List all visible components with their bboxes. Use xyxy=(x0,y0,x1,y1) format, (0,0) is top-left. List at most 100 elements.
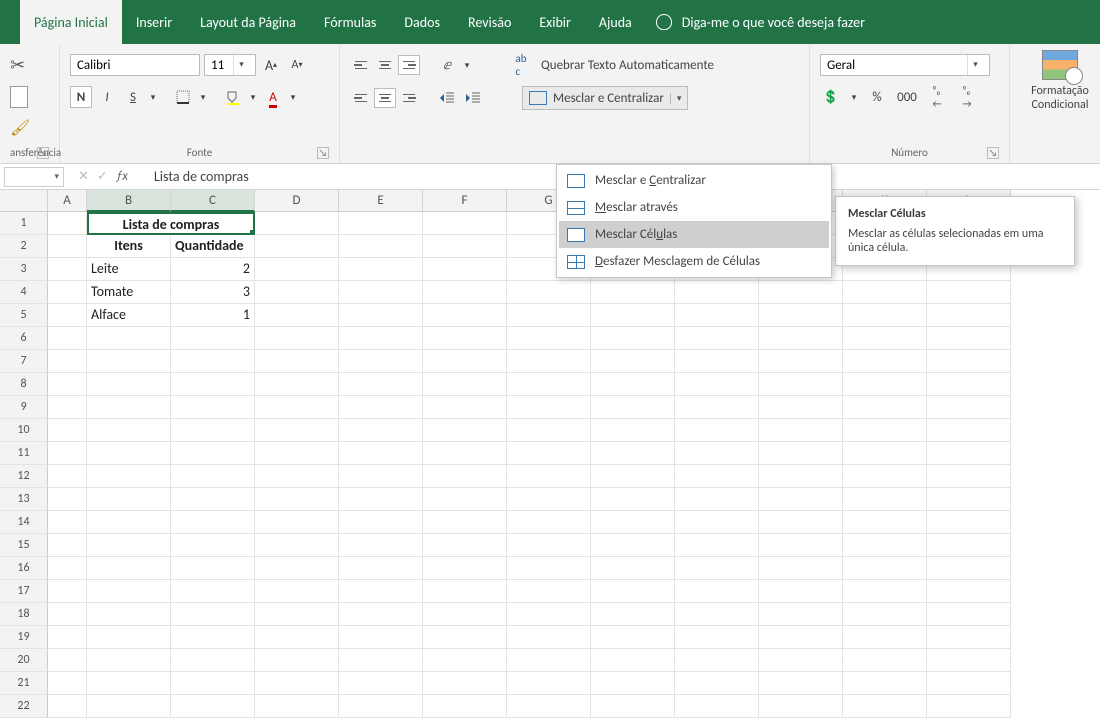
cell[interactable] xyxy=(255,258,339,281)
cell[interactable] xyxy=(87,695,171,718)
cell[interactable] xyxy=(423,626,507,649)
col-header[interactable]: A xyxy=(48,190,87,212)
cell[interactable] xyxy=(48,672,87,695)
cell[interactable] xyxy=(339,281,423,304)
cell[interactable] xyxy=(87,649,171,672)
cell[interactable] xyxy=(843,281,927,304)
underline-arrow[interactable]: ▾ xyxy=(148,86,158,108)
row-header[interactable]: 18 xyxy=(0,603,48,626)
cell[interactable] xyxy=(87,488,171,511)
cell[interactable] xyxy=(675,419,759,442)
increase-decimal-icon[interactable]: ⁰₀← xyxy=(926,86,948,108)
cell[interactable] xyxy=(48,488,87,511)
cell[interactable] xyxy=(87,672,171,695)
cell[interactable] xyxy=(339,488,423,511)
cell[interactable] xyxy=(759,488,843,511)
chevron-down-icon[interactable]: ▾ xyxy=(233,55,249,75)
cell[interactable] xyxy=(171,373,255,396)
cell[interactable] xyxy=(255,373,339,396)
row-header[interactable]: 14 xyxy=(0,511,48,534)
cell[interactable] xyxy=(87,465,171,488)
cell[interactable] xyxy=(423,488,507,511)
row-header[interactable]: 1 xyxy=(0,212,48,235)
cell[interactable] xyxy=(255,212,339,235)
cell[interactable] xyxy=(591,626,675,649)
cell[interactable] xyxy=(339,442,423,465)
cell[interactable]: Quantidade xyxy=(171,235,255,258)
cell[interactable] xyxy=(423,396,507,419)
number-format-dropdown[interactable]: ▾ xyxy=(820,54,990,76)
row-header[interactable]: 11 xyxy=(0,442,48,465)
cell[interactable] xyxy=(507,373,591,396)
cell[interactable] xyxy=(171,695,255,718)
cell[interactable] xyxy=(171,442,255,465)
cell[interactable] xyxy=(87,442,171,465)
fx-icon[interactable]: ƒx xyxy=(116,169,128,184)
cell[interactable] xyxy=(171,626,255,649)
tab-data[interactable]: Dados xyxy=(390,0,454,44)
cell[interactable] xyxy=(759,557,843,580)
cell[interactable]: Alface xyxy=(87,304,171,327)
cell[interactable] xyxy=(843,603,927,626)
cell[interactable] xyxy=(255,327,339,350)
cell[interactable]: 1 xyxy=(171,304,255,327)
cell[interactable] xyxy=(87,396,171,419)
borders-arrow[interactable]: ▾ xyxy=(198,86,208,108)
cell[interactable] xyxy=(927,373,1011,396)
cell[interactable] xyxy=(927,672,1011,695)
cell[interactable] xyxy=(423,350,507,373)
cell[interactable] xyxy=(759,465,843,488)
cell[interactable] xyxy=(255,304,339,327)
cell[interactable] xyxy=(48,534,87,557)
cell[interactable] xyxy=(843,465,927,488)
cell[interactable] xyxy=(675,350,759,373)
cell[interactable] xyxy=(843,327,927,350)
cell[interactable] xyxy=(339,419,423,442)
cell[interactable] xyxy=(591,672,675,695)
tab-insert[interactable]: Inserir xyxy=(122,0,186,44)
cell[interactable] xyxy=(675,442,759,465)
cell[interactable] xyxy=(675,695,759,718)
accounting-arrow[interactable]: ▾ xyxy=(850,86,858,108)
cell[interactable] xyxy=(591,304,675,327)
cell[interactable] xyxy=(171,465,255,488)
cell[interactable] xyxy=(843,304,927,327)
cell[interactable] xyxy=(927,557,1011,580)
cell[interactable] xyxy=(759,327,843,350)
cell[interactable] xyxy=(675,396,759,419)
cell[interactable] xyxy=(507,442,591,465)
cell[interactable] xyxy=(759,626,843,649)
merge-and-center-item[interactable]: Mesclar e Centralizar xyxy=(559,167,829,194)
cell[interactable] xyxy=(339,373,423,396)
increase-indent-icon[interactable] xyxy=(462,87,484,109)
cell[interactable]: 3 xyxy=(171,281,255,304)
cell[interactable] xyxy=(87,534,171,557)
row-header[interactable]: 4 xyxy=(0,281,48,304)
format-painter-icon[interactable]: 🖌 xyxy=(10,118,30,138)
decrease-decimal-icon[interactable]: ⁰₀→ xyxy=(956,86,978,108)
cell[interactable] xyxy=(759,672,843,695)
cell[interactable] xyxy=(48,442,87,465)
cell[interactable] xyxy=(48,649,87,672)
cell[interactable] xyxy=(48,212,87,235)
col-header[interactable]: D xyxy=(255,190,339,212)
cell[interactable] xyxy=(339,580,423,603)
cell[interactable] xyxy=(48,304,87,327)
cell[interactable] xyxy=(339,212,423,235)
cell[interactable] xyxy=(843,350,927,373)
conditional-formatting-button[interactable]: Formatação Condicional xyxy=(1020,50,1100,112)
name-box[interactable]: ▾ xyxy=(4,167,64,187)
cell[interactable] xyxy=(843,534,927,557)
cell[interactable] xyxy=(87,419,171,442)
tab-view[interactable]: Exibir xyxy=(525,0,585,44)
cell[interactable] xyxy=(675,488,759,511)
number-format-input[interactable] xyxy=(821,55,967,75)
cell[interactable] xyxy=(507,649,591,672)
cell[interactable] xyxy=(48,327,87,350)
row-header[interactable]: 17 xyxy=(0,580,48,603)
align-left-icon[interactable] xyxy=(350,88,372,108)
row-header[interactable]: 10 xyxy=(0,419,48,442)
cell[interactable] xyxy=(675,281,759,304)
cell[interactable] xyxy=(843,442,927,465)
cell[interactable] xyxy=(339,695,423,718)
